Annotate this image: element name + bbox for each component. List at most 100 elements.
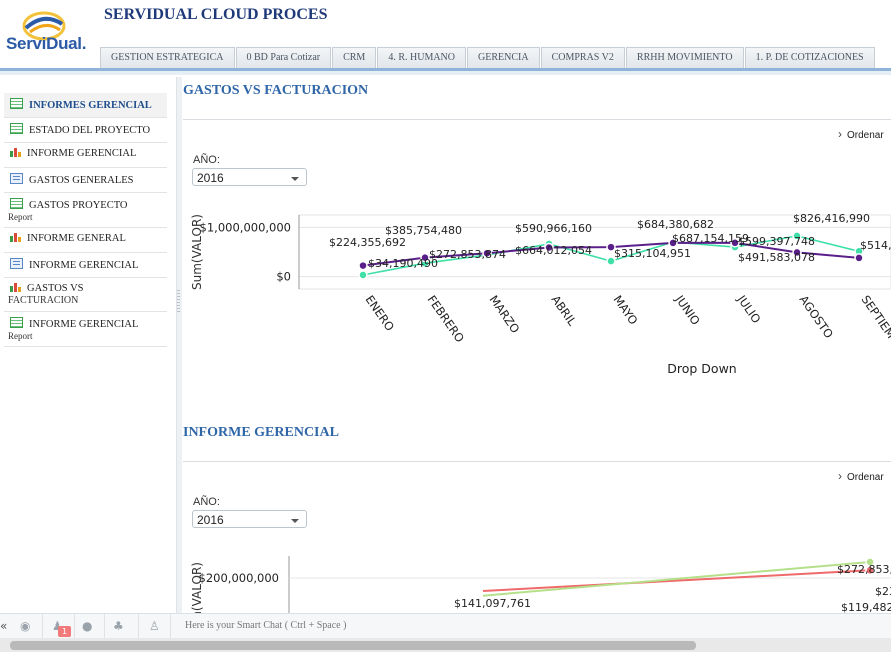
data-point <box>358 270 368 280</box>
x-axis-title: Drop Down <box>667 361 736 376</box>
sidebar-item-sublabel: FACTURACION <box>8 295 79 306</box>
sidebar-item-informes-gerencial[interactable]: INFORMES GERENCIAL <box>4 93 167 118</box>
sidebar-item-estado-del-proyecto[interactable]: ESTADO DEL PROYECTO <box>4 118 167 143</box>
x-tick-label: FEBRERO <box>425 293 467 345</box>
data-label: $514,0 <box>860 239 891 252</box>
smart-chat-input[interactable]: Here is your Smart Chat ( Ctrl + Space ) <box>185 620 346 631</box>
data-point <box>854 253 864 263</box>
sidebar-item-informe-gerencial-report[interactable]: INFORME GERENCIAL Report <box>4 312 167 347</box>
collapse-left-icon[interactable]: « <box>0 619 7 633</box>
sidebar-item-label: GASTOS PROYECTO <box>29 200 128 211</box>
ordenar-label: Ordenar <box>847 130 884 141</box>
sidebar-item-label: INFORME GENERAL <box>27 233 126 244</box>
y-tick-label: $1,000,000,000 <box>200 220 291 234</box>
table-icon <box>10 98 23 109</box>
tab-compras-v2[interactable]: COMPRAS V2 <box>540 47 625 68</box>
user-icon[interactable]: ♙ <box>149 619 160 633</box>
header-shadow-bar <box>0 71 891 75</box>
divider <box>170 614 171 639</box>
y-tick-label: $0 <box>276 270 291 284</box>
data-label: $119,482,17 <box>841 601 891 613</box>
chart-gastos-vs-facturacion: $1,000,000,000 $0 Sum(VALOR) ENERO FEBRERO MA… <box>190 212 891 376</box>
form-icon <box>10 173 23 184</box>
year-filter-label: AÑO: <box>193 496 220 508</box>
tab-gestion-estrategica[interactable]: GESTION ESTRATEGICA <box>100 47 235 68</box>
sidebar-item-sublabel: Report <box>8 331 33 341</box>
main-tabs: GESTION ESTRATEGICA 0 BD Para Cotizar CR… <box>100 47 876 69</box>
sidebar-item-gastos-generales[interactable]: GASTOS GENERALES <box>4 168 167 193</box>
data-label: $141,097,761 <box>454 597 531 610</box>
data-label: $684,380,682 <box>637 218 714 231</box>
ordenar-label: Ordenar <box>847 472 884 483</box>
section-title-gastos-vs-facturacion: GASTOS VS FACTURACION <box>183 83 369 98</box>
data-label: $599,397,748 <box>738 235 815 248</box>
series-line <box>482 560 871 597</box>
sidebar-item-label: INFORME GERENCIAL <box>29 260 139 271</box>
data-label: $23 <box>875 585 891 598</box>
table-icon <box>10 198 23 209</box>
table-icon <box>10 317 23 328</box>
group-icon[interactable]: ♣ <box>113 619 124 633</box>
splitter-grip-icon[interactable] <box>177 290 180 312</box>
y-tick-label: $200,000,000 <box>199 571 279 585</box>
tab-gerencia[interactable]: GERENCIA <box>467 47 540 68</box>
eye-icon[interactable]: ◉ <box>20 619 30 633</box>
divider <box>104 614 105 639</box>
sidebar-item-label: ESTADO DEL PROYECTO <box>29 125 151 136</box>
chevron-right-icon: › <box>838 469 842 483</box>
x-tick-label: AGOSTO <box>797 293 837 341</box>
app-window: ServiDual. SERVIDUAL CLOUD PROCES GESTIO… <box>0 0 891 652</box>
sidebar-item-informe-gerencial[interactable]: INFORME GERENCIAL <box>4 143 167 168</box>
x-tick-label: ABRIL <box>549 293 580 329</box>
ordenar-button[interactable]: › Ordenar <box>838 469 884 483</box>
sidebar-item-label: INFORME GERENCIAL <box>29 319 139 330</box>
series-line <box>482 569 871 592</box>
data-label: $664,012,054 <box>515 244 592 257</box>
data-label: $385,754,480 <box>385 224 462 237</box>
section-title-informe-gerencial: INFORME GERENCIAL <box>183 425 339 440</box>
notification-badge: 1 <box>58 626 71 637</box>
sidebar-item-informe-gerencial-form[interactable]: INFORME GERENCIAL <box>4 253 167 278</box>
tab-p-de-cotizaciones[interactable]: 1. P. DE COTIZACIONES <box>744 47 875 68</box>
y-axis-title: Sum(VALOR) <box>190 214 204 290</box>
chevron-right-icon: › <box>838 127 842 141</box>
tab-r-humano[interactable]: 4. R. HUMANO <box>377 47 466 68</box>
year-select-value: 2016 <box>197 513 224 527</box>
sidebar-item-informe-general[interactable]: INFORME GENERAL <box>4 228 167 253</box>
x-tick-label: JUNIO <box>672 292 703 328</box>
form-icon <box>10 258 23 269</box>
year-select[interactable]: 2016 <box>192 510 307 528</box>
tab-rrhh-movimiento[interactable]: RRHH MOVIMIENTO <box>625 47 744 68</box>
tab-crm[interactable]: CRM <box>332 47 377 68</box>
year-select[interactable]: 2016 <box>192 168 307 186</box>
divider <box>138 614 139 639</box>
chevron-down-icon <box>291 519 299 523</box>
data-label: $272,853,874 <box>429 248 506 261</box>
header: ServiDual. SERVIDUAL CLOUD PROCES GESTIO… <box>0 0 891 75</box>
bar-chart-icon <box>10 148 21 157</box>
x-tick-label: SEPTIEM <box>859 293 891 341</box>
section-divider <box>183 119 891 120</box>
bar-chart-icon <box>10 283 21 292</box>
x-tick-label: MAYO <box>611 293 641 328</box>
sidebar-item-label: INFORME GERENCIAL <box>27 148 137 159</box>
bar-chart-icon <box>10 233 21 242</box>
tab-bd-para-cotizar[interactable]: 0 BD Para Cotizar <box>235 47 332 68</box>
data-label: $590,966,160 <box>515 222 592 235</box>
x-tick-label: JULIO <box>734 292 764 326</box>
data-point <box>358 260 368 271</box>
year-filter-label: AÑO: <box>193 154 220 166</box>
sidebar-splitter[interactable] <box>176 77 182 614</box>
smart-chat-bar: « ◉ ♟ 1 ● ♣ ♙ Here is your Smart Chat ( … <box>0 613 891 639</box>
logo-text: ServiDual. <box>6 34 87 53</box>
x-tick-label: MARZO <box>487 293 523 336</box>
sidebar-item-gastos-proyecto[interactable]: GASTOS PROYECTO Report <box>4 193 167 228</box>
scrollbar-thumb[interactable] <box>10 641 696 650</box>
divider <box>42 614 43 639</box>
chat-bubble-icon[interactable]: ● <box>82 619 92 633</box>
sidebar-item-sublabel: Report <box>8 212 33 222</box>
y-axis-title: Sum(VALOR) <box>190 562 204 613</box>
sidebar-item-gastos-vs-facturacion[interactable]: GASTOS VS FACTURACION <box>4 278 167 312</box>
chevron-down-icon <box>291 177 299 181</box>
ordenar-button[interactable]: › Ordenar <box>838 127 884 141</box>
